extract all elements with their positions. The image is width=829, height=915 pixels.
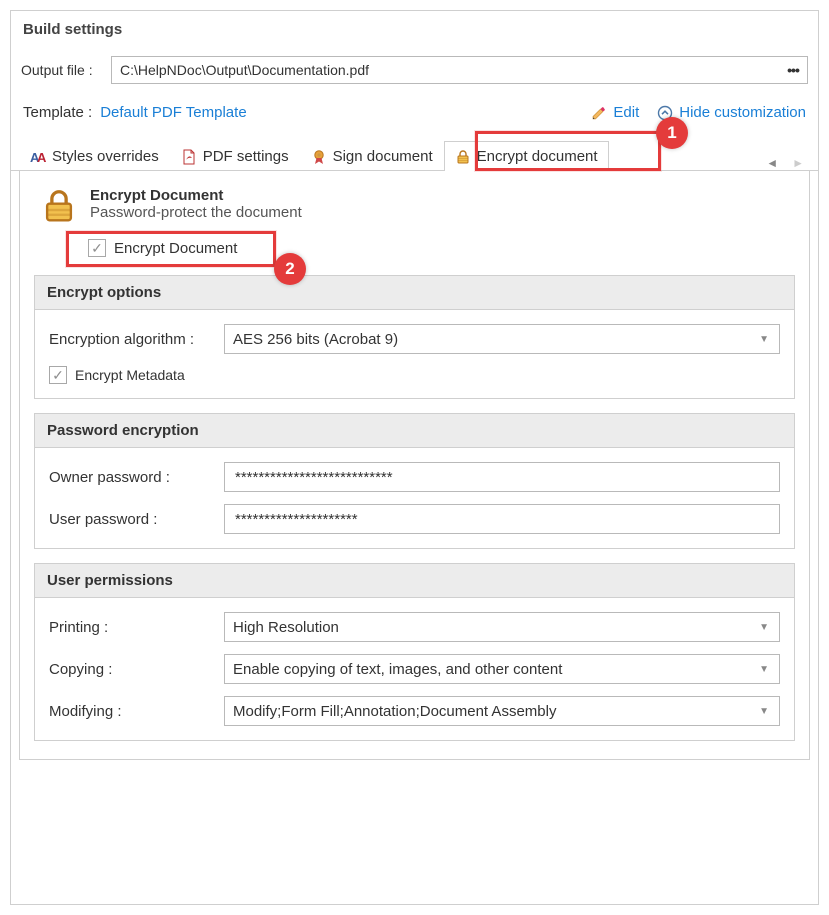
pencil-icon [591, 105, 607, 121]
encryption-algorithm-value: AES 256 bits (Acrobat 9) [233, 331, 398, 348]
rosette-icon [311, 149, 327, 165]
user-password-label: User password : [49, 511, 224, 528]
lock-icon [455, 149, 471, 165]
tab-sign-document[interactable]: Sign document [300, 141, 444, 171]
tab-styles-label: Styles overrides [52, 148, 159, 165]
tab-sign-label: Sign document [333, 148, 433, 165]
tab-encrypt-label: Encrypt document [477, 148, 598, 165]
output-file-field-wrap: ••• [111, 56, 808, 84]
encryption-algorithm-label: Encryption algorithm : [49, 331, 224, 348]
modifying-label: Modifying : [49, 703, 224, 720]
printing-value: High Resolution [233, 619, 339, 636]
pdf-icon [181, 149, 197, 165]
tab-pdf-settings[interactable]: PDF settings [170, 141, 300, 171]
copying-value: Enable copying of text, images, and othe… [233, 661, 562, 678]
modifying-value: Modify;Form Fill;Annotation;Document Ass… [233, 703, 556, 720]
styles-icon: AA [30, 149, 46, 165]
section-password-encryption: Password encryption Owner password : Use… [34, 413, 795, 549]
copying-label: Copying : [49, 661, 224, 678]
section-user-permissions: User permissions Printing : High Resolut… [34, 563, 795, 741]
panel-title: Build settings [11, 11, 818, 52]
encrypt-header-title: Encrypt Document [90, 187, 302, 204]
chevron-down-icon: ▼ [759, 622, 769, 633]
tab-scroll-left[interactable]: ◄ [766, 156, 778, 170]
edit-label: Edit [613, 104, 639, 121]
encryption-algorithm-select[interactable]: AES 256 bits (Acrobat 9) ▼ [224, 324, 780, 354]
tab-encrypt-document[interactable]: Encrypt document [444, 141, 609, 171]
svg-text:A: A [37, 150, 46, 165]
hide-customization-button[interactable]: Hide customization [657, 104, 806, 121]
output-file-label: Output file : [21, 62, 111, 78]
chevron-down-icon: ▼ [759, 706, 769, 717]
encrypt-header-subtitle: Password-protect the document [90, 204, 302, 221]
section-encrypt-options: Encrypt options Encryption algorithm : A… [34, 275, 795, 399]
printing-label: Printing : [49, 619, 224, 636]
hide-customization-label: Hide customization [679, 104, 806, 121]
tab-styles-overrides[interactable]: AA Styles overrides [19, 141, 170, 171]
modifying-select[interactable]: Modify;Form Fill;Annotation;Document Ass… [224, 696, 780, 726]
edit-template-button[interactable]: Edit [591, 104, 639, 121]
tab-scroll-right[interactable]: ► [792, 156, 804, 170]
user-permissions-title: User permissions [35, 564, 794, 598]
template-label: Template : [23, 104, 92, 121]
output-file-input[interactable] [112, 62, 779, 78]
encrypt-metadata-label: Encrypt Metadata [75, 367, 185, 383]
chevron-up-circle-icon [657, 105, 673, 121]
encrypt-document-checkbox[interactable] [88, 239, 106, 257]
password-encryption-title: Password encryption [35, 414, 794, 448]
user-password-input[interactable] [233, 510, 771, 529]
encrypt-metadata-checkbox[interactable] [49, 366, 67, 384]
printing-select[interactable]: High Resolution ▼ [224, 612, 780, 642]
tab-content-encrypt: Encrypt Document Password-protect the do… [19, 171, 810, 760]
tab-bar: AA Styles overrides PDF settings Sign do… [11, 137, 818, 171]
chevron-down-icon: ▼ [759, 334, 769, 345]
template-link[interactable]: Default PDF Template [100, 104, 246, 121]
tab-pdf-label: PDF settings [203, 148, 289, 165]
lock-large-icon [40, 187, 78, 225]
owner-password-input[interactable] [233, 468, 771, 487]
encrypt-document-checkbox-label: Encrypt Document [114, 240, 237, 257]
encrypt-options-title: Encrypt options [35, 276, 794, 310]
owner-password-label: Owner password : [49, 469, 224, 486]
chevron-down-icon: ▼ [759, 664, 769, 675]
copying-select[interactable]: Enable copying of text, images, and othe… [224, 654, 780, 684]
output-file-browse-button[interactable]: ••• [779, 63, 807, 77]
